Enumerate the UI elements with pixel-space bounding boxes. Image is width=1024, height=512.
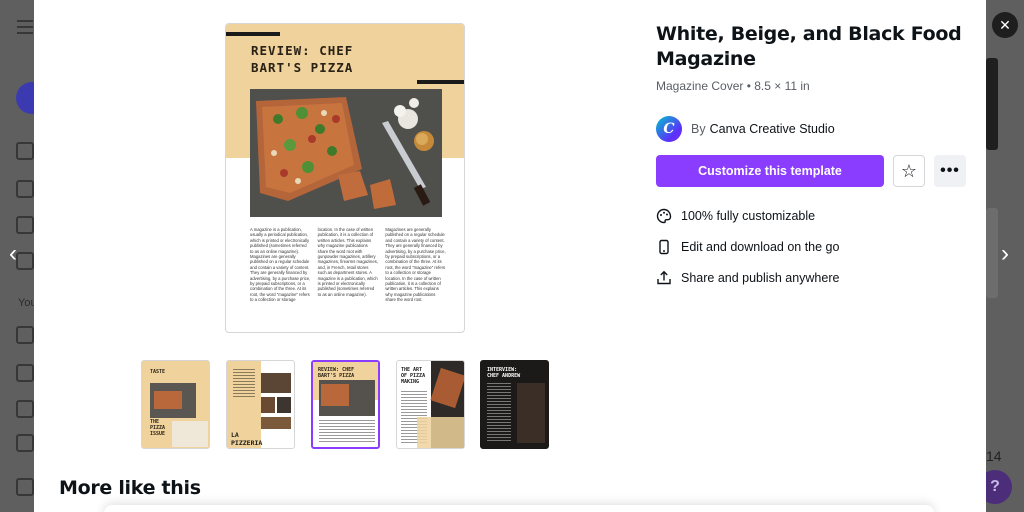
thumbnail-photo bbox=[261, 373, 291, 393]
image-icon bbox=[16, 216, 34, 234]
feature-label: Edit and download on the go bbox=[681, 239, 840, 254]
cover-headline: REVIEW: CHEF BART'S PIZZA bbox=[251, 42, 401, 76]
feature-item: 100% fully customizable bbox=[656, 200, 839, 231]
thumbnail-text bbox=[487, 383, 511, 443]
previous-template-button[interactable]: ‹ bbox=[4, 240, 22, 268]
thumbnail-photo bbox=[261, 417, 291, 429]
thumbnail-photo bbox=[261, 397, 275, 413]
author-name-link[interactable]: Canva Creative Studio bbox=[710, 122, 835, 136]
feature-item: Share and publish anywhere bbox=[656, 262, 839, 293]
article-column: Magazines are generally published on a r… bbox=[385, 227, 446, 303]
feature-label: Share and publish anywhere bbox=[681, 270, 840, 285]
feature-list: 100% fully customizable Edit and downloa… bbox=[656, 200, 839, 293]
plus-icon bbox=[16, 434, 34, 452]
thumbnail-beige-block bbox=[417, 417, 464, 448]
palette-icon bbox=[656, 208, 672, 224]
more-like-this-heading: More like this bbox=[59, 477, 201, 499]
thumbnail-title: LA PIZZERIA bbox=[231, 431, 263, 447]
template-info-panel: White, Beige, and Black Food Magazine Ma… bbox=[656, 22, 966, 285]
close-button[interactable]: ✕ bbox=[992, 12, 1018, 38]
cover-article-text: A magazine is a publication, usually a p… bbox=[250, 227, 446, 303]
template-preview-image: REVIEW: CHEF BART'S PIZZA A magazine is … bbox=[225, 23, 465, 333]
feature-label: 100% fully customizable bbox=[681, 208, 816, 223]
share-icon bbox=[656, 270, 672, 286]
page-thumbnail-3-selected[interactable]: REVIEW: CHEF BART'S PIZZA bbox=[311, 360, 380, 449]
thumbnail-photo bbox=[172, 421, 208, 447]
template-title: White, Beige, and Black Food Magazine bbox=[656, 23, 962, 70]
author-prefix: By bbox=[691, 122, 706, 136]
more-options-button[interactable]: ••• bbox=[934, 155, 966, 187]
arrow-icon bbox=[16, 142, 34, 160]
thumbnail-title: THE ART OF PIZZA MAKING bbox=[401, 367, 426, 385]
cover-headline-line: REVIEW: CHEF bbox=[251, 43, 354, 58]
action-row: Customize this template ☆ ••• bbox=[656, 155, 966, 187]
background-page-number: 14 bbox=[986, 448, 1002, 464]
template-author: C By Canva Creative Studio bbox=[656, 116, 835, 142]
next-template-button[interactable]: › bbox=[996, 240, 1014, 268]
star-icon bbox=[16, 400, 34, 418]
template-preview-modal: REVIEW: CHEF BART'S PIZZA A magazine is … bbox=[34, 0, 986, 512]
favorite-button[interactable]: ☆ bbox=[893, 155, 925, 187]
article-column: A magazine is a publication, usually a p… bbox=[250, 227, 311, 303]
canva-logo: C bbox=[656, 116, 682, 142]
page-icon bbox=[16, 180, 34, 198]
thumbnail-text bbox=[319, 420, 375, 444]
template-meta: Magazine Cover • 8.5 × 11 in bbox=[656, 79, 810, 93]
more-icon: ••• bbox=[940, 162, 960, 179]
home-icon bbox=[16, 364, 34, 382]
thumbnail-photo bbox=[154, 391, 182, 409]
thumbnail-title: TASTE bbox=[150, 369, 166, 375]
thumbnail-photo bbox=[517, 383, 545, 443]
page-thumbnail-5[interactable]: INTERVIEW: CHEF ANDREW bbox=[480, 360, 549, 449]
thumbnail-title: INTERVIEW: CHEF ANDREW bbox=[487, 367, 521, 379]
thumbnail-photo bbox=[321, 384, 349, 406]
phone-icon bbox=[656, 239, 672, 255]
article-column: location. In the case of written publica… bbox=[317, 227, 378, 297]
cover-accent-bar bbox=[417, 80, 464, 84]
thumbnail-title: REVIEW: CHEF BART'S PIZZA bbox=[318, 367, 355, 379]
cover-headline-line: BART'S PIZZA bbox=[251, 60, 354, 75]
page-thumbnail-2[interactable]: LA PIZZERIA bbox=[226, 360, 295, 449]
cover-accent-bar bbox=[226, 32, 280, 36]
thumbnail-subtitle: THE PIZZA ISSUE bbox=[150, 419, 166, 437]
page-thumbnail-1[interactable]: TASTE THE PIZZA ISSUE bbox=[141, 360, 210, 449]
trash-icon bbox=[16, 478, 34, 496]
thumbnail-text bbox=[233, 369, 255, 399]
star-icon: ☆ bbox=[900, 160, 918, 181]
pizza-photo bbox=[250, 89, 442, 217]
thumbnail-photo bbox=[277, 397, 291, 413]
page-thumbnail-4[interactable]: THE ART OF PIZZA MAKING bbox=[396, 360, 465, 449]
feature-item: Edit and download on the go bbox=[656, 231, 839, 262]
heart-icon bbox=[16, 326, 34, 344]
related-templates-card bbox=[104, 505, 934, 512]
menu-icon bbox=[17, 20, 33, 34]
customize-template-button[interactable]: Customize this template bbox=[656, 155, 884, 187]
